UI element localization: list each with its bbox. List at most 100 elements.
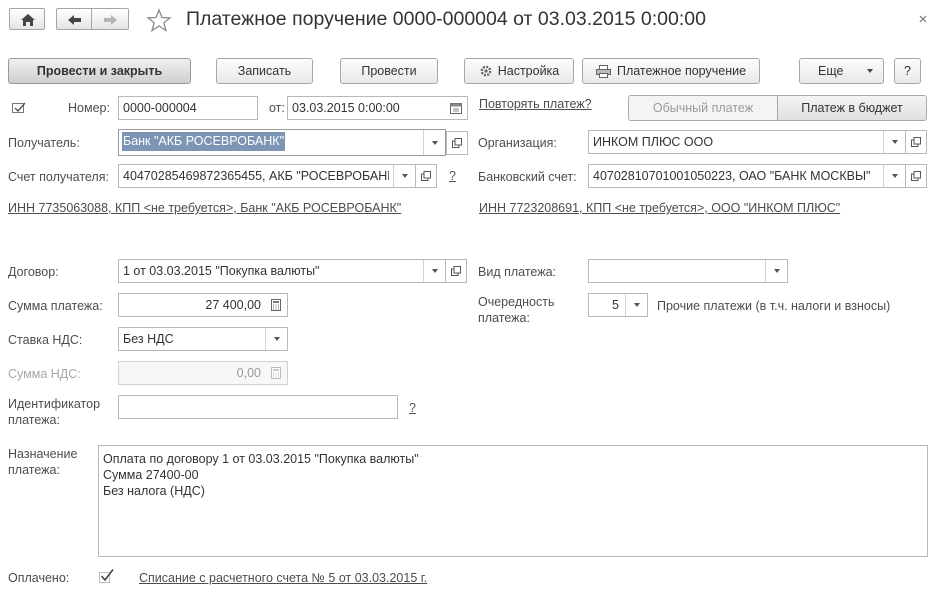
settings-button[interactable]: Настройка (464, 58, 574, 84)
bank-account-label: Банковский счет: (478, 170, 577, 184)
paid-label: Оплачено: (8, 571, 70, 585)
bank-account-open-button[interactable] (905, 164, 927, 188)
purpose-label-line1: Назначение (8, 447, 78, 461)
forward-button[interactable] (91, 8, 129, 30)
recipient-dropdown[interactable] (423, 130, 445, 155)
organization-open-button[interactable] (905, 130, 927, 154)
vat-amount-label: Сумма НДС: (8, 367, 81, 381)
home-button[interactable] (9, 8, 45, 30)
amount-label: Сумма платежа: (8, 299, 103, 313)
chevron-down-icon (431, 269, 438, 273)
recipient-value: Банк "АКБ РОСЕВРОБАНК" (122, 132, 286, 151)
recipient-account-open-button[interactable] (415, 164, 437, 188)
bank-account-dropdown[interactable] (883, 165, 905, 187)
priority-dropdown[interactable] (625, 294, 647, 316)
settings-label: Настройка (497, 64, 560, 78)
bank-account-value: 40702810701001050223, ОАО "БАНК МОСКВЫ" (593, 169, 871, 183)
recipient-account-field[interactable]: 40470285469872365455, АКБ "РОСЕВРОБАНК" (118, 164, 416, 188)
open-icon (452, 138, 462, 148)
save-button[interactable]: Записать (216, 58, 313, 84)
chevron-down-icon (633, 303, 640, 307)
organization-field[interactable]: ИНКОМ ПЛЮС ООО (588, 130, 906, 154)
contract-field[interactable]: 1 от 03.03.2015 "Покупка валюты" (118, 259, 446, 283)
payment-type-field[interactable] (588, 259, 788, 283)
purpose-label-line2: платежа: (8, 463, 60, 477)
organization-dropdown[interactable] (883, 131, 905, 153)
close-icon[interactable] (918, 14, 928, 24)
more-button[interactable]: Еще (799, 58, 884, 84)
bank-account-field[interactable]: 40702810701001050223, ОАО "БАНК МОСКВЫ" (588, 164, 906, 188)
chevron-down-icon (773, 269, 780, 273)
repeat-payment-link[interactable]: Повторять платеж? (479, 97, 592, 111)
purpose-line: Сумма 27400-00 (103, 468, 199, 482)
contract-dropdown[interactable] (423, 260, 445, 282)
payment-type-dropdown[interactable] (765, 260, 787, 282)
calculator-icon (271, 299, 281, 311)
chevron-down-icon (867, 69, 873, 73)
calculator-button-disabled (265, 362, 287, 384)
open-icon (451, 266, 461, 276)
mode-regular-payment[interactable]: Обычный платеж (628, 95, 778, 121)
calendar-button[interactable] (445, 97, 467, 119)
purpose-line: Без налога (НДС) (103, 484, 205, 498)
printer-icon (595, 64, 611, 78)
print-label: Платежное поручение (616, 64, 747, 78)
purpose-textarea[interactable]: Оплата по договору 1 от 03.03.2015 "Поку… (98, 445, 928, 557)
number-label: Номер: (68, 101, 110, 115)
document-posted-icon (12, 102, 26, 113)
recipient-account-label: Счет получателя: (8, 170, 109, 184)
help-button[interactable]: ? (894, 58, 921, 84)
payment-id-field[interactable] (118, 395, 398, 419)
chevron-down-icon (431, 140, 438, 145)
vat-amount-field: 0,00 (118, 361, 288, 385)
payment-id-label-line1: Идентификатор (8, 397, 101, 411)
priority-value: 5 (612, 298, 619, 312)
recipient-field[interactable]: Банк "АКБ РОСЕВРОБАНК" (118, 129, 446, 156)
paid-checkbox[interactable] (98, 568, 115, 583)
contract-value: 1 от 03.03.2015 "Покупка валюты" (123, 264, 320, 278)
recipient-account-value: 40470285469872365455, АКБ "РОСЕВРОБАНК" (123, 169, 389, 183)
print-payment-order-button[interactable]: Платежное поручение (582, 58, 760, 84)
vat-rate-label: Ставка НДС: (8, 333, 83, 347)
amount-value: 27 400,00 (205, 298, 261, 312)
paid-document-link[interactable]: Списание с расчетного счета № 5 от 03.03… (139, 571, 427, 585)
payment-id-help[interactable]: ? (409, 401, 416, 415)
amount-field[interactable]: 27 400,00 (118, 293, 288, 317)
contract-label: Договор: (8, 265, 59, 279)
open-icon (911, 171, 921, 181)
number-value: 0000-000004 (123, 101, 197, 115)
open-icon (911, 137, 921, 147)
vat-rate-value: Без НДС (123, 332, 174, 346)
date-field[interactable]: 03.03.2015 0:00:00 (287, 96, 468, 120)
back-button[interactable] (56, 8, 92, 30)
recipient-account-help[interactable]: ? (449, 169, 456, 183)
more-label: Еще (818, 64, 844, 78)
chevron-down-icon (273, 337, 280, 341)
organization-value: ИНКОМ ПЛЮС ООО (593, 135, 714, 149)
purpose-line: Оплата по договору 1 от 03.03.2015 "Поку… (103, 452, 419, 466)
vat-rate-field[interactable]: Без НДС (118, 327, 288, 351)
priority-label-line2: платежа: (478, 311, 530, 325)
recipient-open-button[interactable] (446, 131, 468, 155)
vat-amount-value: 0,00 (236, 366, 261, 380)
organization-inn-link[interactable]: ИНН 7723208691, КПП <не требуется>, ООО … (479, 201, 840, 215)
payment-id-label-line2: платежа: (8, 413, 60, 427)
calculator-button[interactable] (265, 294, 287, 316)
contract-open-button[interactable] (445, 259, 467, 283)
star-favorite-icon[interactable] (146, 8, 172, 32)
arrow-right-icon (104, 15, 117, 25)
vat-rate-dropdown[interactable] (265, 328, 287, 350)
calculator-icon (271, 367, 281, 379)
number-field[interactable]: 0000-000004 (118, 96, 258, 120)
recipient-inn-link[interactable]: ИНН 7735063088, КПП <не требуется>, Банк… (8, 201, 401, 215)
post-and-close-button[interactable]: Провести и закрыть (8, 58, 191, 84)
priority-description: Прочие платежи (в т.ч. налоги и взносы) (657, 299, 891, 313)
post-button[interactable]: Провести (340, 58, 438, 84)
page-title: Платежное поручение 0000-000004 от 03.03… (186, 8, 706, 30)
priority-label-line1: Очередность (478, 295, 555, 309)
date-label: от: (269, 101, 285, 115)
chevron-down-icon (891, 174, 898, 178)
priority-field[interactable]: 5 (588, 293, 648, 317)
mode-budget-payment[interactable]: Платеж в бюджет (777, 95, 927, 121)
recipient-account-dropdown[interactable] (393, 165, 415, 187)
